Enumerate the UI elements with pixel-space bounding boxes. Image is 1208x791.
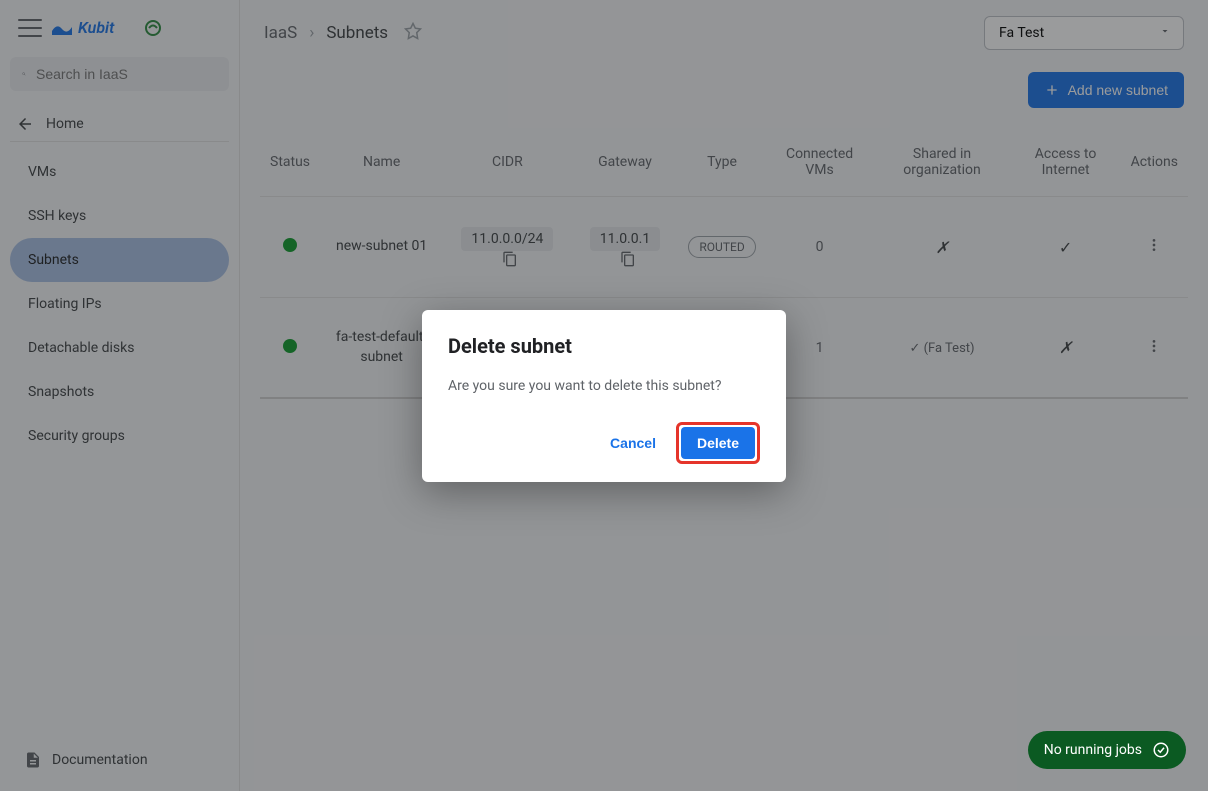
jobs-status-label: No running jobs <box>1044 742 1142 758</box>
check-circle-icon <box>1152 741 1170 759</box>
modal-overlay[interactable]: Delete subnet Are you sure you want to d… <box>0 0 1208 791</box>
delete-button[interactable]: Delete <box>681 427 755 459</box>
dialog-title: Delete subnet <box>448 334 760 358</box>
delete-button-highlight: Delete <box>676 422 760 464</box>
dialog-message: Are you sure you want to delete this sub… <box>448 378 760 394</box>
delete-dialog: Delete subnet Are you sure you want to d… <box>422 310 786 482</box>
jobs-status-pill[interactable]: No running jobs <box>1028 731 1186 769</box>
cancel-button[interactable]: Cancel <box>600 427 666 459</box>
